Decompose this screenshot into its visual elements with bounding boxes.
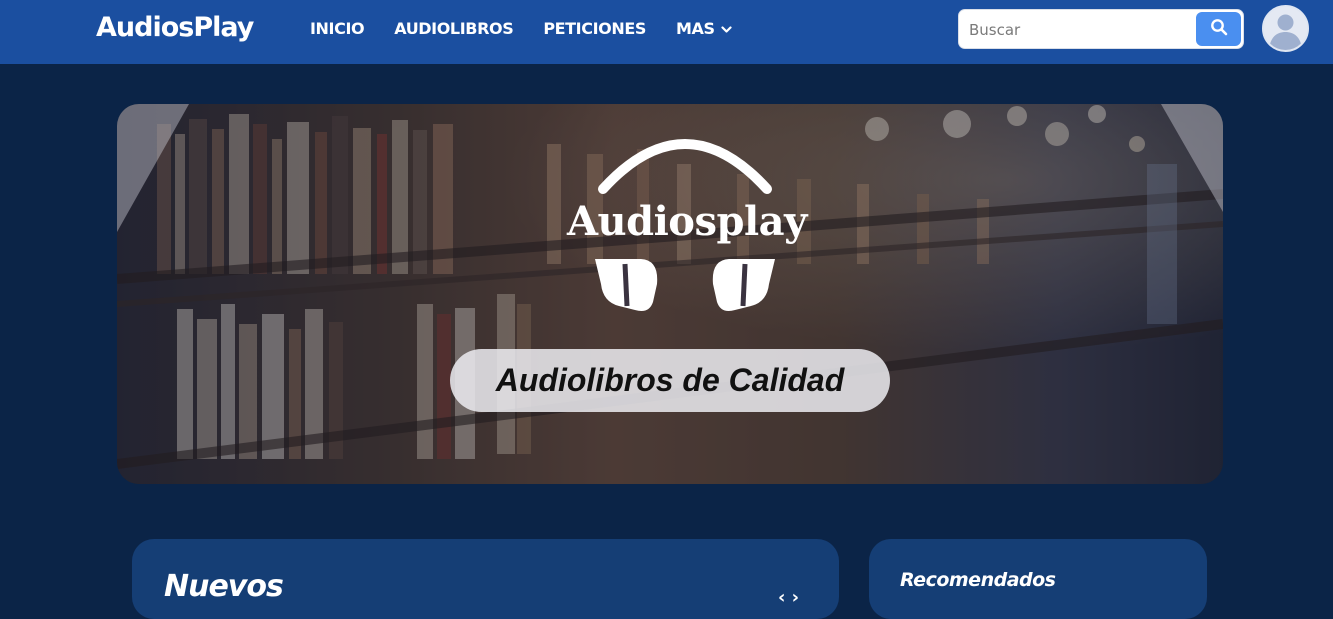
recomendados-section: Recomendados <box>869 539 1207 619</box>
nuevos-section: Nuevos ‹ › <box>132 539 839 619</box>
nav-item-label: INICIO <box>310 19 365 38</box>
user-avatar-button[interactable] <box>1262 5 1309 52</box>
logo-wordmark: Audiosplay <box>567 198 807 245</box>
nav-item-label: MAS <box>675 19 715 38</box>
hero-tagline: Audiolibros de Calidad <box>495 362 845 398</box>
nav-item-audiolibros[interactable]: AUDIOLIBROS <box>394 19 514 38</box>
search-icon <box>1210 18 1228 40</box>
user-avatar-icon <box>1264 7 1307 50</box>
search-button[interactable] <box>1196 12 1241 46</box>
corner-ribbon-right <box>1161 104 1223 212</box>
corner-ribbon-left <box>117 104 189 232</box>
chevron-down-icon <box>721 19 732 38</box>
section-title-recomendados: Recomendados <box>900 569 1056 591</box>
tagline-pill: Audiolibros de Calidad <box>450 349 890 412</box>
search-box <box>958 9 1244 49</box>
section-title-nuevos: Nuevos <box>164 569 284 604</box>
audiosplay-logo: Audiosplay <box>567 134 807 319</box>
hero-banner: Audiosplay Audiolibros de Calidad <box>117 104 1223 484</box>
search-input[interactable] <box>969 19 1189 41</box>
main-nav: INICIO AUDIOLIBROS PETICIONES MAS <box>310 19 762 38</box>
nav-item-inicio[interactable]: INICIO <box>310 19 365 38</box>
nav-item-label: PETICIONES <box>543 19 646 38</box>
brand-logo[interactable]: AudiosPlay <box>96 12 254 43</box>
nav-item-label: AUDIOLIBROS <box>394 19 514 38</box>
carousel-nav-arrows[interactable]: ‹ › <box>778 587 799 608</box>
nav-item-peticiones[interactable]: PETICIONES <box>543 19 646 38</box>
top-navbar: AudiosPlay INICIO AUDIOLIBROS PETICIONES… <box>0 0 1333 64</box>
nav-item-mas-dropdown[interactable]: MAS <box>676 19 732 38</box>
